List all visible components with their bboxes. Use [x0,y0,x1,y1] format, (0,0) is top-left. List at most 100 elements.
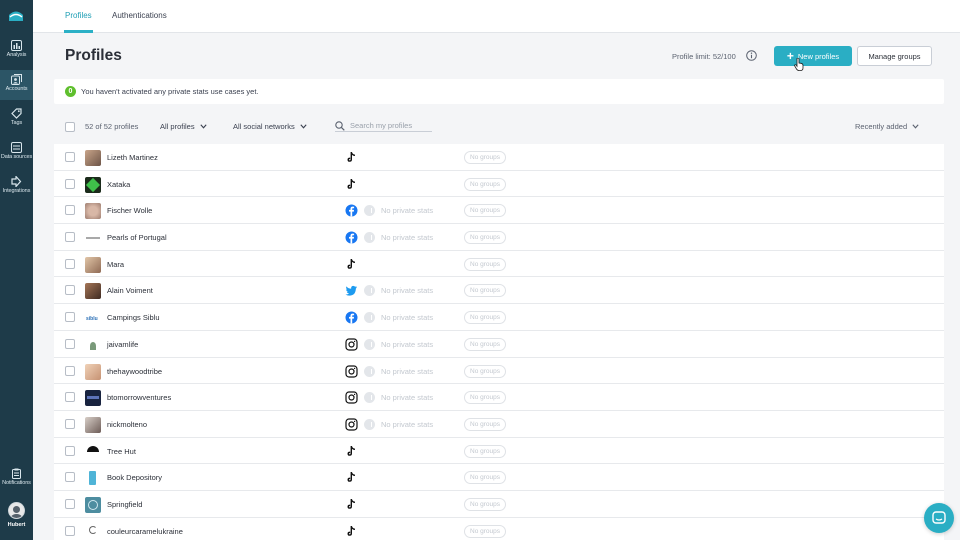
private-stats-icon [364,365,375,377]
table-row[interactable]: Lizeth Martinez No groups [54,144,944,171]
profile-name[interactable]: Tree Hut [107,447,136,456]
row-checkbox[interactable] [65,472,75,483]
row-checkbox[interactable] [65,445,75,456]
profile-name[interactable]: thehaywoodtribe [107,367,162,376]
private-stats: No private stats [364,285,433,297]
row-checkbox[interactable] [65,498,75,509]
select-all-checkbox[interactable] [65,122,75,132]
groups-badge[interactable]: No groups [464,151,506,164]
table-row[interactable]: siblu Campings Siblu No private stats No gr… [54,304,944,331]
table-row[interactable]: Alain Voiment No private stats No groups [54,277,944,305]
profile-name[interactable]: Campings Siblu [107,313,160,322]
search-input[interactable] [350,121,430,130]
social-networks-dropdown[interactable]: All social networks [233,122,307,131]
table-row[interactable]: Tree Hut No groups [54,437,944,465]
groups-badge[interactable]: No groups [464,231,506,245]
profile-name[interactable]: jaivamlife [107,340,138,349]
row-checkbox[interactable] [65,258,75,269]
private-stats-label: No private stats [381,393,434,403]
row-checkbox[interactable] [65,232,75,243]
profile-name[interactable]: Springfield [107,500,142,509]
profile-name[interactable]: nickmolteno [107,420,147,429]
profile-avatar [85,363,101,380]
groups-badge[interactable]: No groups [464,497,506,511]
facebook-icon [345,231,358,244]
groups-badge[interactable]: No groups [464,391,506,405]
all-profiles-dropdown[interactable]: All profiles [160,122,207,131]
row-checkbox[interactable] [65,365,75,376]
profile-name[interactable]: Alain Voiment [107,286,153,295]
table-row[interactable]: thehaywoodtribe No private stats No groups [54,357,944,385]
new-profiles-button[interactable]: + New profiles [774,46,852,66]
row-checkbox[interactable] [65,178,75,189]
groups-badge[interactable]: No groups [464,471,506,485]
profile-name[interactable]: Xataka [107,180,130,189]
profile-name[interactable]: Mara [107,260,124,269]
sidebar-item-data-sources[interactable]: Data sources [0,138,33,168]
row-checkbox[interactable] [65,152,75,162]
row-checkbox[interactable] [65,418,75,429]
row-checkbox[interactable] [65,312,75,323]
sidebar-item-accounts[interactable]: Accounts [0,70,33,100]
sidebar-item-notifications[interactable]: Notifications [0,464,33,494]
row-checkbox[interactable] [65,392,75,403]
sidebar-item-analysis[interactable]: Analysis [0,36,33,66]
groups-badge[interactable]: No groups [464,444,506,458]
groups-badge[interactable]: No groups [464,204,506,218]
chat-button[interactable] [924,503,954,533]
table-row[interactable]: Fischer Wolle No private stats No groups [54,197,944,225]
private-stats-label: No private stats [381,313,434,323]
manage-groups-button[interactable]: Manage groups [857,46,932,66]
profile-avatar [85,256,101,273]
profile-name[interactable]: Lizeth Martinez [107,153,158,162]
groups-badge[interactable]: No groups [464,417,506,431]
sidebar-item-label: Tags [10,120,23,126]
table-row[interactable]: btomorrowventures No private stats No grou… [54,384,944,411]
row-checkbox[interactable] [65,525,75,536]
profile-name[interactable]: couleurcaramelukraine [107,527,183,536]
row-checkbox[interactable] [65,285,75,296]
tab-profiles[interactable]: Profiles [65,11,92,20]
profile-avatar [85,283,101,300]
profile-name[interactable]: Pearls of Portugal [107,233,167,242]
plus-icon: + [786,49,794,63]
private-stats-icon [364,312,375,324]
groups-badge[interactable]: No groups [464,177,506,191]
groups-badge[interactable]: No groups [464,257,506,271]
sidebar-item-label: Data sources [0,154,33,160]
sidebar-item-tags[interactable]: Tags [0,104,33,134]
profiles-table: Lizeth Martinez No groups Xataka No groups F… [54,144,944,540]
tiktok-icon [347,178,355,189]
groups-badge[interactable]: No groups [464,311,506,325]
groups-badge[interactable]: No groups [464,284,506,298]
table-row[interactable]: nickmolteno No private stats No groups [54,410,944,438]
row-checkbox[interactable] [65,205,75,216]
private-stats: No private stats [364,205,433,217]
groups-badge[interactable]: No groups [464,524,506,538]
private-stats-icon [364,232,375,244]
private-stats-icon [364,205,375,217]
row-checkbox[interactable] [65,338,75,349]
table-row[interactable]: jaivamlife No private stats No groups [54,330,944,358]
user-menu[interactable]: Hubert [0,502,33,528]
sidebar-item-label: Analysis [6,52,27,58]
table-row[interactable]: Xataka No groups [54,170,944,198]
table-row[interactable]: Mara No groups [54,250,944,278]
groups-badge[interactable]: No groups [464,364,506,378]
info-icon[interactable] [746,50,757,61]
clipboard-icon [12,468,21,479]
logo-icon[interactable] [8,9,24,22]
profile-name[interactable]: btomorrowventures [107,393,171,402]
table-row[interactable]: Book Depository No groups [54,464,944,491]
profile-name[interactable]: Fischer Wolle [107,206,152,215]
sidebar-item-label: Accounts [5,86,28,92]
table-row[interactable]: Pearls of Portugal No private stats No gro… [54,224,944,251]
table-row[interactable]: Springfield No groups [54,490,944,518]
sort-dropdown[interactable]: Recently added [855,122,919,131]
private-stats-label: No private stats [381,419,434,429]
groups-badge[interactable]: No groups [464,337,506,351]
sidebar-item-integrations[interactable]: Integrations [0,172,33,202]
table-row[interactable]: couleurcaramelukraine No groups [54,517,944,540]
profile-name[interactable]: Book Depository [107,473,162,482]
tab-authentications[interactable]: Authentications [112,11,167,20]
